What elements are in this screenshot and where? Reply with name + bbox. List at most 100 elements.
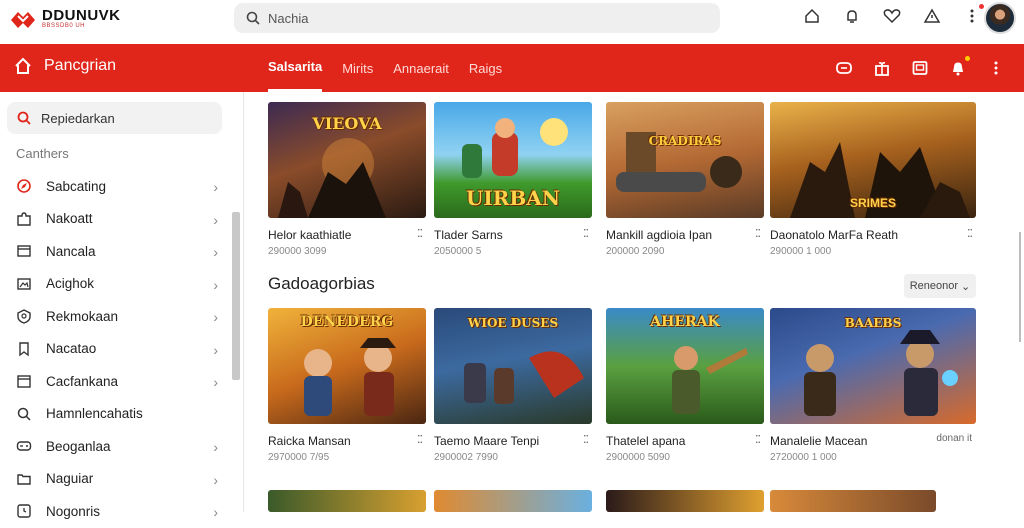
- thumbnail-title: AHERAK: [650, 314, 720, 330]
- heart-icon[interactable]: [882, 6, 902, 26]
- logo[interactable]: DDUNUVK BBSSDB0 UH: [8, 6, 121, 32]
- sidebar-item-label: Sabcating: [46, 178, 107, 194]
- compass-icon: [17, 179, 31, 194]
- game-thumbnail[interactable]: AHERAK: [606, 308, 764, 424]
- home-icon: [15, 57, 31, 74]
- chevron-right-icon: ›: [213, 341, 218, 358]
- game-card[interactable]: BAAEBS Manalelie Macean 2720000 1 000 do…: [770, 308, 976, 463]
- sidebar-heading: Canthers: [16, 146, 69, 161]
- main-content: VIEOVA Helor kaathiatle 290000 3099 ⁚⁚ U…: [244, 92, 1024, 512]
- sidebar-item-label: Nakoatt: [46, 211, 93, 227]
- more-options-icon[interactable]: ⁚⁚: [417, 227, 423, 240]
- game-thumbnail[interactable]: CRADIRAS: [606, 102, 764, 218]
- more-options-icon[interactable]: ⁚⁚: [417, 433, 423, 446]
- sidebar-search[interactable]: Repiedarkan: [7, 102, 222, 134]
- sort-label: Reneonor: [909, 280, 959, 292]
- sort-dropdown[interactable]: Reneonor ⌄: [904, 274, 976, 298]
- category-bar: Pancgrian Salsarita Mirits Annaerait Rai…: [0, 44, 1024, 92]
- sidebar-item-nancala[interactable]: Nancala ›: [0, 235, 232, 268]
- card-extra-label[interactable]: donan it: [936, 433, 972, 444]
- home-link[interactable]: Pancgrian: [14, 57, 116, 75]
- tab-raigs[interactable]: Raigs: [469, 44, 502, 92]
- game-thumbnail[interactable]: [770, 490, 936, 512]
- card-meta: 2900002 7990: [434, 452, 498, 463]
- game-card[interactable]: [606, 490, 764, 512]
- search-input[interactable]: [268, 10, 668, 26]
- artwork-image: [616, 132, 742, 192]
- more-options-icon[interactable]: ⁚⁚: [583, 433, 589, 446]
- cart-icon[interactable]: [910, 58, 930, 78]
- sidebar-search-label: Repiedarkan: [41, 110, 115, 126]
- game-thumbnail[interactable]: [606, 490, 764, 512]
- home-label: Pancgrian: [44, 57, 117, 74]
- home-outline-icon[interactable]: [802, 6, 822, 26]
- game-card[interactable]: VIEOVA Helor kaathiatle 290000 3099 ⁚⁚: [268, 102, 426, 257]
- sidebar-item-cacfankana[interactable]: Cacfankana ›: [0, 365, 232, 398]
- bell-icon[interactable]: [948, 56, 970, 78]
- sidebar-item-rekmokaan[interactable]: Rekmokaan ›: [0, 300, 232, 333]
- notification-dot: [965, 56, 970, 61]
- sidebar-item-acighok[interactable]: Acighok ›: [0, 268, 232, 301]
- bell-outline-icon[interactable]: [842, 6, 862, 26]
- calendar-icon: [17, 375, 31, 388]
- game-thumbnail[interactable]: BAAEBS: [770, 308, 976, 424]
- card-meta: 290000 3099: [268, 246, 327, 257]
- game-card[interactable]: DENEDERG Raicka Mansan 2970000 7/95 ⁚⁚: [268, 308, 426, 463]
- folder-icon: [17, 474, 31, 485]
- more-options-icon[interactable]: ⁚⁚: [967, 227, 973, 240]
- game-thumbnail[interactable]: UIRBAN: [434, 102, 592, 218]
- main-scrollbar[interactable]: [1018, 92, 1022, 512]
- game-thumbnail[interactable]: SRIMES: [770, 102, 976, 218]
- game-thumbnail[interactable]: VIEOVA: [268, 102, 426, 218]
- game-card[interactable]: UIRBAN Tlader Sarns 2050000 5 ⁚⁚: [434, 102, 592, 257]
- sidebar-item-nakoatt[interactable]: Nakoatt ›: [0, 203, 232, 236]
- sidebar-item-hamnlencahatis[interactable]: Hamnlencahatis: [0, 398, 232, 431]
- thumbnail-title: CRADIRAS: [648, 134, 722, 148]
- avatar[interactable]: [984, 2, 1016, 34]
- sidebar-scrollbar[interactable]: [232, 212, 240, 380]
- shield-icon: [17, 309, 31, 324]
- sidebar: Repiedarkan Canthers Sabcating › Nakoatt…: [0, 92, 244, 520]
- game-card[interactable]: [434, 490, 592, 512]
- chevron-right-icon: ›: [213, 244, 218, 260]
- gift-icon[interactable]: [872, 58, 892, 78]
- top-bar: DDUNUVK BBSSDB0 UH: [0, 0, 1024, 44]
- search-icon: [17, 111, 31, 125]
- sidebar-item-sabcating[interactable]: Sabcating ›: [0, 170, 232, 203]
- sidebar-item-nogonris[interactable]: Nogonris ›: [0, 495, 232, 528]
- card-title: Helor kaathiatle: [268, 228, 352, 242]
- sidebar-item-naguiar[interactable]: Naguiar ›: [0, 463, 232, 496]
- sidebar-item-nacatao[interactable]: Nacatao ›: [0, 333, 232, 366]
- logo-icon: [11, 12, 35, 28]
- game-card[interactable]: SRIMES Daonatolo MarFa Reath 290000 1 00…: [770, 102, 976, 257]
- tab-mirits[interactable]: Mirits: [342, 44, 373, 92]
- more-options-icon[interactable]: ⁚⁚: [755, 433, 761, 446]
- warning-icon[interactable]: [922, 6, 942, 26]
- search-bar[interactable]: [234, 3, 720, 33]
- more-vertical-icon[interactable]: [962, 4, 984, 26]
- more-options-icon[interactable]: ⁚⁚: [583, 227, 589, 240]
- brand-name: DDUNUVK: [42, 7, 121, 24]
- more-options-icon[interactable]: ⁚⁚: [755, 227, 761, 240]
- game-card[interactable]: CRADIRAS Mankill agdioia Ipan 200000 209…: [606, 102, 764, 257]
- more-vertical-icon[interactable]: [986, 58, 1006, 78]
- card-meta: 2050000 5: [434, 246, 482, 257]
- search-icon: [246, 11, 260, 25]
- game-card[interactable]: [268, 490, 426, 512]
- sidebar-item-beoganlaa[interactable]: Beoganlaa ›: [0, 430, 232, 463]
- chevron-right-icon: ›: [213, 179, 218, 195]
- game-card[interactable]: AHERAK Thatelel apana 2900000 5090 ⁚⁚: [606, 308, 764, 463]
- tab-annaerait[interactable]: Annaerait: [393, 44, 449, 92]
- game-thumbnail[interactable]: [268, 490, 426, 512]
- chevron-down-icon: ⌄: [961, 280, 971, 293]
- clock-icon: [17, 504, 31, 518]
- game-card[interactable]: [770, 490, 936, 512]
- game-thumbnail[interactable]: [434, 490, 592, 512]
- game-icon: [16, 441, 32, 451]
- chevron-right-icon: ›: [213, 211, 218, 228]
- tab-salsarita[interactable]: Salsarita: [268, 44, 323, 92]
- game-thumbnail[interactable]: DENEDERG: [268, 308, 426, 424]
- game-thumbnail[interactable]: WIOE DUSES: [434, 308, 592, 424]
- gamepad-icon[interactable]: [834, 58, 854, 78]
- game-card[interactable]: WIOE DUSES Taemo Maare Tenpi 2900002 799…: [434, 308, 592, 463]
